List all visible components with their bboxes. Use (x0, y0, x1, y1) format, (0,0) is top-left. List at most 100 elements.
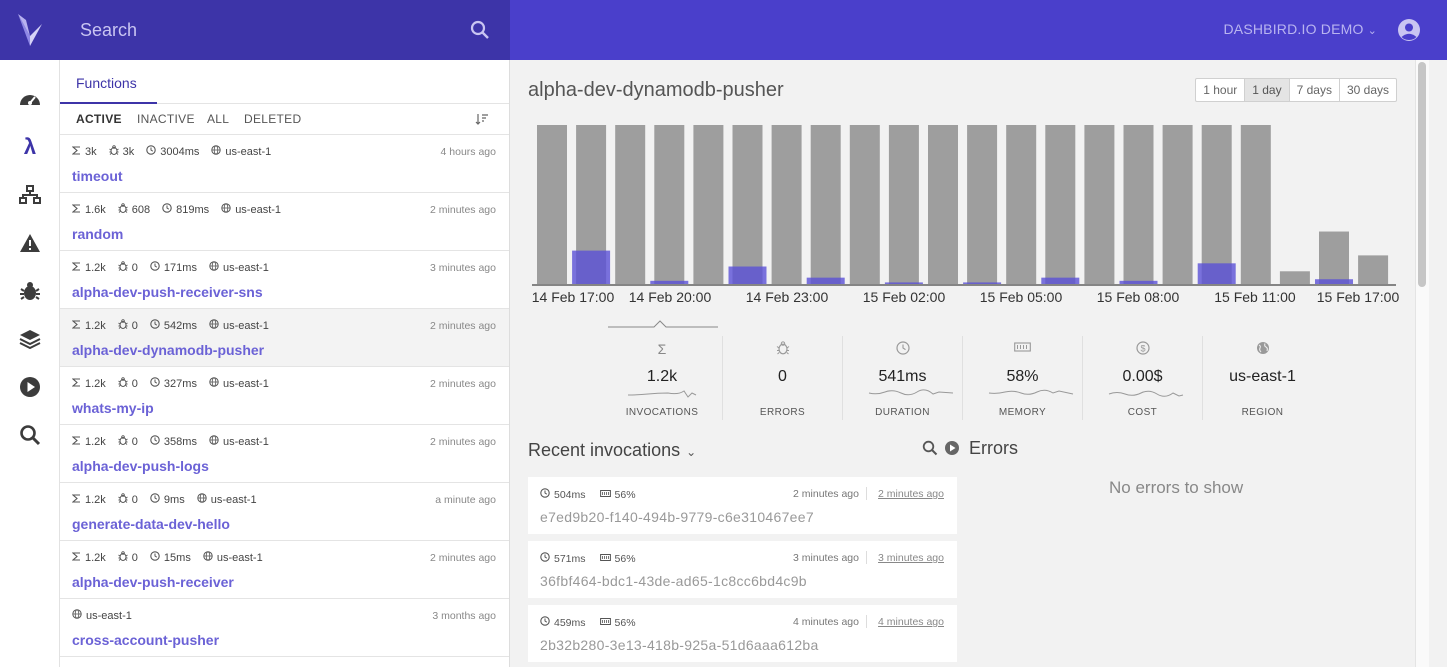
function-row[interactable]: 1.2k 0 542ms us-east-1 2 minutes ago alpha-de… (60, 309, 509, 367)
search-icon[interactable] (18, 423, 42, 447)
function-row[interactable]: us-east-1 3 months ago cross-account-pushe… (60, 599, 509, 657)
invocation-card[interactable]: 571ms 56% 3 minutes ago 3 minutes ago 36fbf4… (528, 541, 957, 598)
dashbird-logo[interactable] (0, 0, 60, 60)
function-name-link[interactable]: alpha-dev-push-receiver-sns (72, 284, 263, 300)
error-bar[interactable] (650, 280, 689, 284)
bug-icon[interactable] (18, 279, 42, 303)
invocation-bar[interactable] (1162, 125, 1193, 284)
function-name-link[interactable]: whats-my-ip (72, 400, 154, 416)
divider (866, 615, 867, 628)
function-name-link[interactable]: alpha-dev-push-receiver (72, 574, 234, 590)
error-count: 0 (131, 435, 138, 448)
invocation-bar[interactable] (888, 125, 919, 284)
invocation-bar[interactable] (1045, 125, 1076, 284)
invocation-bar[interactable] (1084, 125, 1115, 284)
divider (866, 487, 867, 500)
filter-all[interactable]: ALL (207, 112, 229, 126)
error-bar[interactable] (963, 282, 1002, 284)
function-name-link[interactable]: cross-account-pusher (72, 632, 219, 648)
invocation-time-link[interactable]: 3 minutes ago (878, 552, 944, 564)
function-name-link[interactable]: timeout (72, 168, 123, 184)
metric-region[interactable]: us-east-1 REGION (1202, 336, 1322, 420)
invocation-time-link[interactable]: 2 minutes ago (878, 488, 944, 500)
function-row[interactable]: 1.2k 0 171ms us-east-1 3 minutes ago alpha-de… (60, 251, 509, 309)
invocation-bar[interactable] (1201, 125, 1232, 284)
error-bar[interactable] (572, 250, 611, 284)
function-row[interactable]: 1.2k 0 9ms us-east-1 a minute ago generate-da… (60, 483, 509, 541)
search-input[interactable]: Search (60, 0, 510, 60)
user-avatar-icon[interactable] (1397, 18, 1421, 47)
invocation-bar[interactable] (1240, 125, 1271, 284)
invocation-bar[interactable] (654, 125, 685, 284)
error-bar[interactable] (1119, 280, 1158, 284)
divider (866, 551, 867, 564)
invocation-card[interactable]: 504ms 56% 2 minutes ago 2 minutes ago e7ed9b… (528, 477, 957, 534)
function-row[interactable]: 1.6k 608 819ms us-east-1 2 minutes ago random (60, 193, 509, 251)
selected-metric-pointer (608, 320, 718, 328)
invocation-id[interactable]: 2b32b280-3e13-418b-925a-51d6aaa612ba (540, 637, 819, 653)
network-icon[interactable] (18, 183, 42, 207)
error-bar[interactable] (1197, 263, 1236, 284)
account-switcher[interactable]: DASHBIRD.IO DEMO ⌄ (1223, 21, 1377, 37)
invocation-bar[interactable] (810, 125, 841, 284)
tab-functions[interactable]: Functions (60, 60, 157, 104)
metric-duration[interactable]: 541ms DURATION (842, 336, 962, 420)
function-name-link[interactable]: alpha-dev-dynamodb-pusher (72, 342, 264, 358)
invocation-time-link[interactable]: 4 minutes ago (878, 616, 944, 628)
sort-icon[interactable] (475, 113, 489, 128)
invocation-id[interactable]: e7ed9b20-f140-494b-9779-c6e310467ee7 (540, 509, 814, 525)
error-bar[interactable] (884, 282, 923, 284)
clock-icon (150, 319, 160, 332)
invocation-bar[interactable] (1358, 255, 1389, 284)
invocation-bar[interactable] (849, 125, 880, 284)
invocation-bar[interactable] (693, 125, 724, 284)
metric-memory[interactable]: 58% MEMORY (962, 336, 1082, 420)
metric-cost[interactable]: $0.00$ COST (1082, 336, 1202, 420)
filter-active[interactable]: ACTIVE (76, 112, 122, 126)
metric-invocations[interactable]: Σ 1.2k INVOCATIONS (602, 336, 722, 420)
error-bar[interactable] (1315, 279, 1353, 284)
search-icon[interactable] (470, 20, 490, 45)
invocation-count: 1.2k (85, 319, 106, 332)
recent-invocations-title[interactable]: Recent invocations ⌄ (528, 440, 696, 461)
invocation-bar[interactable] (615, 125, 646, 284)
layers-icon[interactable] (18, 327, 42, 351)
bug-icon (118, 203, 128, 216)
invocation-bar[interactable] (1319, 231, 1349, 284)
invocation-bar[interactable] (537, 125, 567, 284)
globe-icon (209, 319, 219, 332)
filter-deleted[interactable]: DELETED (244, 112, 301, 126)
invocation-bar[interactable] (967, 125, 998, 284)
invocation-bar[interactable] (1006, 125, 1037, 284)
metric-errors[interactable]: 0 ERRORS (722, 336, 842, 420)
invocation-count: 1.2k (85, 377, 106, 390)
function-name-link[interactable]: alpha-dev-push-logs (72, 458, 209, 474)
function-row[interactable]: 1.2k 0 327ms us-east-1 2 minutes ago whats-my… (60, 367, 509, 425)
invocation-bar[interactable] (1279, 271, 1310, 284)
invocation-bar[interactable] (1123, 125, 1154, 284)
lambda-icon[interactable]: λ (18, 134, 42, 159)
warning-icon[interactable] (18, 231, 42, 255)
error-bar[interactable] (728, 266, 767, 284)
search-icon[interactable] (922, 440, 938, 456)
function-row[interactable]: 1.2k 0 358ms us-east-1 2 minutes ago alpha-de… (60, 425, 509, 483)
invocation-id[interactable]: 36fbf464-bdc1-43de-ad65-1c8cc6bd4c9b (540, 573, 807, 589)
invocation-bar[interactable] (732, 125, 763, 284)
svg-text:$: $ (1140, 343, 1145, 353)
function-name-link[interactable]: random (72, 226, 123, 242)
invocation-count: 1.2k (85, 261, 106, 274)
error-bar[interactable] (1041, 277, 1080, 284)
error-bar[interactable] (806, 277, 845, 284)
play-icon[interactable] (944, 440, 960, 456)
function-row[interactable]: 3k 3k 3004ms us-east-1 4 hours ago timeout (60, 135, 509, 193)
invocation-bar[interactable] (771, 125, 802, 284)
invocation-memory: 56% (614, 616, 636, 629)
dashboard-icon[interactable] (18, 87, 42, 111)
invocation-card[interactable]: 459ms 56% 4 minutes ago 4 minutes ago 2b32b2… (528, 605, 957, 662)
function-row[interactable]: 1.2k 0 15ms us-east-1 2 minutes ago alpha-dev… (60, 541, 509, 599)
play-icon[interactable] (18, 375, 42, 399)
invocation-memory: 56% (614, 552, 636, 565)
function-name-link[interactable]: generate-data-dev-hello (72, 516, 230, 532)
filter-inactive[interactable]: INACTIVE (137, 112, 195, 126)
invocation-bar[interactable] (928, 125, 958, 284)
